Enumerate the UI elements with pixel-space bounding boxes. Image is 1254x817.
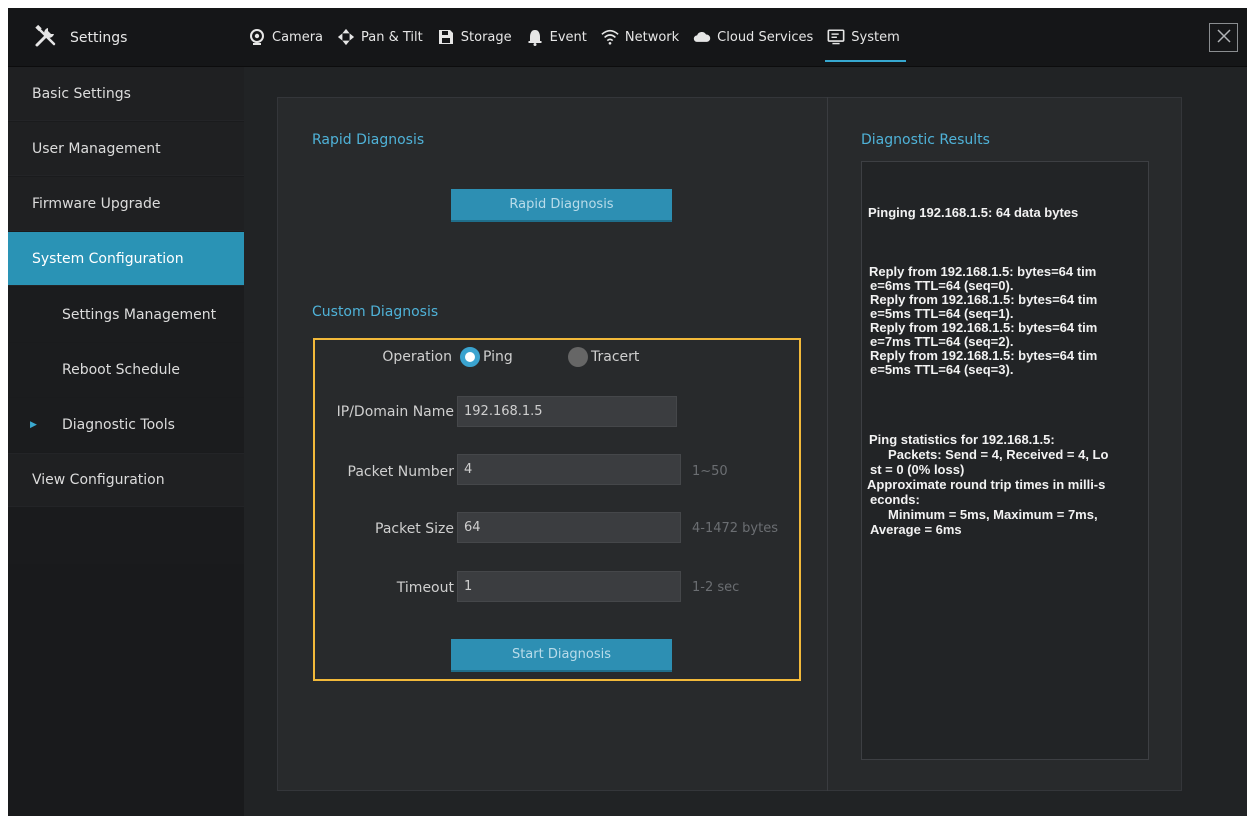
sidebar-empty-area <box>8 564 244 816</box>
result-line: Pinging 192.168.1.5: 64 data bytes <box>868 205 1079 220</box>
result-line: e=5ms TTL=64 (seq=3). <box>870 362 1014 377</box>
sidebar-item-label: System Configuration <box>32 250 184 267</box>
result-line: Ping statistics for 192.168.1.5: <box>869 432 1055 447</box>
operation-label: Operation <box>382 349 452 365</box>
custom-diagnosis-title: Custom Diagnosis <box>312 304 439 320</box>
sidebar-item-label: Firmware Upgrade <box>32 195 161 212</box>
ping-radio[interactable]: Ping <box>460 347 513 367</box>
tab-event-label: Event <box>549 29 587 45</box>
result-line: Packets: Send = 4, Received = 4, Lo <box>870 447 1109 462</box>
bell-icon <box>526 28 544 46</box>
result-line: Minimum = 5ms, Maximum = 7ms, <box>870 507 1098 522</box>
cloud-icon <box>693 28 711 46</box>
result-line: st = 0 (0% loss) <box>870 462 965 477</box>
rapid-diagnosis-button[interactable]: Rapid Diagnosis <box>451 189 672 222</box>
tab-cloud-services-label: Cloud Services <box>717 29 814 45</box>
result-line: Approximate round trip times in milli-s <box>867 477 1106 492</box>
packet-size-input[interactable] <box>457 512 681 543</box>
packet-number-input[interactable] <box>457 454 681 485</box>
start-diagnosis-button[interactable]: Start Diagnosis <box>451 639 672 672</box>
tab-camera-label: Camera <box>272 29 324 45</box>
tab-storage[interactable]: Storage <box>437 8 512 66</box>
ip-domain-label: IP/Domain Name <box>336 404 454 420</box>
result-line: Reply from 192.168.1.5: bytes=64 tim <box>870 292 1098 307</box>
tab-cloud-services[interactable]: Cloud Services <box>693 8 813 66</box>
tab-event[interactable]: Event <box>526 8 587 66</box>
wrench-screwdriver-icon <box>34 24 58 52</box>
diagnostic-results-title: Diagnostic Results <box>861 132 990 148</box>
packet-size-label: Packet Size <box>375 521 454 537</box>
result-line: Reply from 192.168.1.5: bytes=64 tim <box>870 320 1098 335</box>
custom-diagnosis-box <box>313 338 801 681</box>
timeout-hint: 1-2 sec <box>692 580 740 595</box>
ping-radio-label: Ping <box>483 349 513 365</box>
camera-icon <box>248 28 266 46</box>
tab-system[interactable]: System <box>825 8 907 66</box>
sidebar-item-firmware-upgrade[interactable]: Firmware Upgrade <box>8 177 244 231</box>
packet-number-hint: 1~50 <box>692 464 728 479</box>
sidebar-item-label: User Management <box>32 140 161 157</box>
ip-domain-input[interactable] <box>457 396 677 427</box>
timeout-input[interactable] <box>457 571 681 602</box>
result-line: e=6ms TTL=64 (seq=0). <box>870 278 1014 293</box>
sidebar-item-user-management[interactable]: User Management <box>8 122 244 176</box>
sidebar: Basic Settings User Management Firmware … <box>8 67 244 816</box>
result-line: e=7ms TTL=64 (seq=2). <box>870 334 1014 349</box>
top-nav-bar: Settings Camera Pan & Tilt Storage Event… <box>8 8 1247 67</box>
settings-window: Settings Camera Pan & Tilt Storage Event… <box>8 8 1247 816</box>
result-line: Reply from 192.168.1.5: bytes=64 tim <box>869 264 1097 279</box>
sidebar-item-label: View Configuration <box>32 472 165 488</box>
tracert-radio[interactable]: Tracert <box>568 347 639 367</box>
sidebar-item-reboot-schedule[interactable]: Reboot Schedule <box>8 343 244 397</box>
pan-tilt-icon <box>337 28 355 46</box>
radio-unselected-icon <box>568 347 588 367</box>
sidebar-item-system-configuration[interactable]: System Configuration <box>8 232 244 286</box>
sidebar-item-label: Diagnostic Tools <box>62 417 175 433</box>
tab-system-label: System <box>851 29 900 45</box>
close-button[interactable] <box>1209 23 1238 52</box>
tab-storage-label: Storage <box>460 29 512 45</box>
sidebar-item-label: Settings Management <box>62 307 217 323</box>
sidebar-item-settings-management[interactable]: Settings Management <box>8 288 244 342</box>
storage-icon <box>437 28 455 46</box>
settings-title: Settings <box>70 30 128 46</box>
packet-number-label: Packet Number <box>347 464 455 480</box>
rapid-diagnosis-title: Rapid Diagnosis <box>312 132 425 148</box>
panel-divider <box>827 97 828 791</box>
result-line: Average = 6ms <box>870 522 962 537</box>
tab-network-label: Network <box>624 29 680 45</box>
close-icon <box>1216 28 1232 48</box>
tab-pan-tilt[interactable]: Pan & Tilt <box>337 8 423 66</box>
tab-camera[interactable]: Camera <box>248 8 323 66</box>
diagnostic-results-panel: Pinging 192.168.1.5: 64 data bytes Reply… <box>861 161 1149 760</box>
sidebar-item-label: Reboot Schedule <box>62 362 181 378</box>
settings-title-area: Settings <box>34 24 127 52</box>
tab-network[interactable]: Network <box>601 8 679 66</box>
wifi-icon <box>601 28 619 46</box>
radio-selected-icon <box>460 347 480 367</box>
top-tabs: Camera Pan & Tilt Storage Event Network … <box>248 8 914 66</box>
packet-size-hint: 4-1472 bytes <box>692 521 778 536</box>
tracert-radio-label: Tracert <box>591 349 640 365</box>
sidebar-item-view-configuration[interactable]: View Configuration <box>8 453 244 507</box>
timeout-label: Timeout <box>396 580 454 596</box>
result-line: Reply from 192.168.1.5: bytes=64 tim <box>870 348 1098 363</box>
sidebar-item-basic-settings[interactable]: Basic Settings <box>8 67 244 121</box>
sidebar-item-label: Basic Settings <box>32 85 131 102</box>
monitor-icon <box>827 28 845 46</box>
sidebar-item-diagnostic-tools[interactable]: ▶ Diagnostic Tools <box>8 398 244 452</box>
result-line: e=5ms TTL=64 (seq=1). <box>870 306 1014 321</box>
caret-right-icon: ▶ <box>30 420 37 430</box>
result-line: econds: <box>870 492 920 507</box>
tab-pan-tilt-label: Pan & Tilt <box>361 29 423 45</box>
